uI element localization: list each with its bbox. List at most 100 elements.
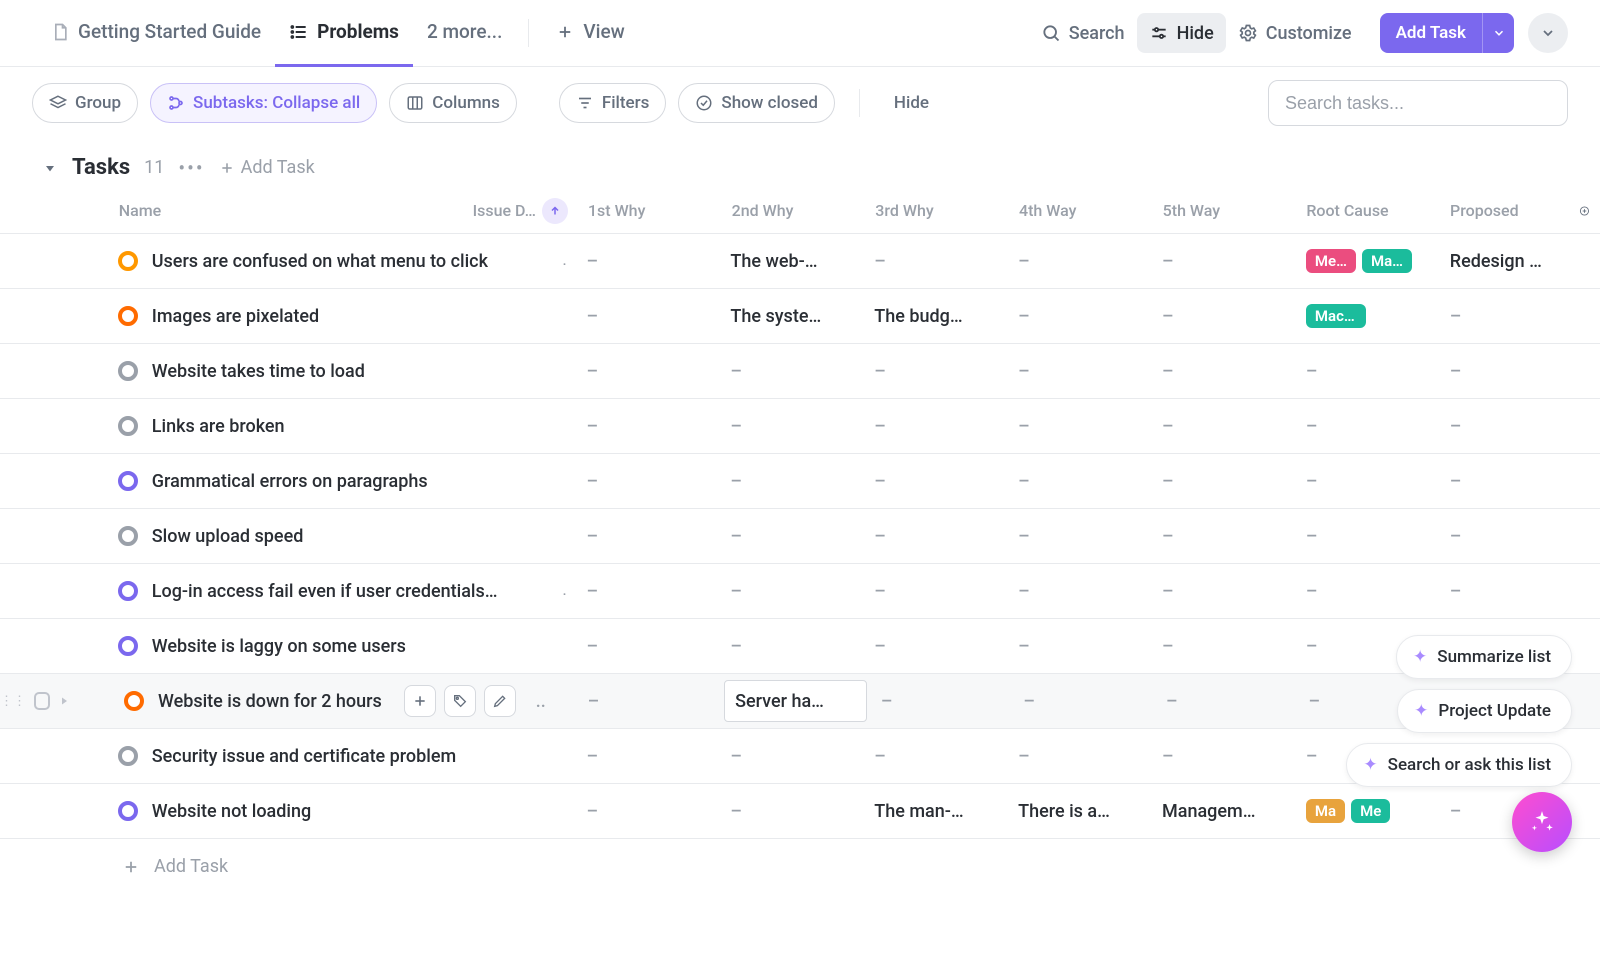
hide-button[interactable]: Hide [1137,13,1226,53]
cell-why4[interactable]: – [1008,471,1152,492]
search-tasks-input[interactable] [1268,80,1568,126]
cell-why5[interactable]: – [1152,581,1296,602]
section-add-task[interactable]: Add Task [219,157,315,178]
table-row[interactable]: Users are confused on what menu to click… [0,234,1600,289]
cell-root-cause[interactable]: – [1296,416,1440,437]
status-dot[interactable] [118,746,138,766]
add-task-row[interactable]: Add Task [0,839,1600,894]
cell-proposed[interactable]: – [1440,581,1569,602]
cell-why5[interactable]: – [1152,471,1296,492]
cell-why1[interactable]: – [578,691,721,712]
task-name[interactable]: Website is laggy on some users [152,636,406,657]
cell-why4[interactable]: – [1008,581,1152,602]
cell-why5[interactable]: – [1152,636,1296,657]
status-dot[interactable] [118,251,138,271]
edit-button[interactable] [484,685,516,717]
task-name[interactable]: Website takes time to load [152,361,365,382]
cell-why3[interactable]: The man-… [864,801,1008,822]
task-name[interactable]: Log-in access fail even if user credenti… [152,581,498,602]
cell-why1[interactable]: – [577,526,721,547]
table-row[interactable]: ⋮⋮Website is down for 2 hours..–Server h… [0,674,1600,729]
table-row[interactable]: Website not loading––The man-…There is a… [0,784,1600,839]
cell-why3[interactable]: – [871,691,1014,712]
cell-root-cause[interactable]: Machine [1296,304,1440,328]
cell-proposed[interactable]: – [1440,306,1569,327]
cell-why2[interactable]: – [720,471,864,492]
table-row[interactable]: Images are pixelated – The syste…The budg…… [0,289,1600,344]
cell-why4[interactable]: – [1008,361,1152,382]
cell-why2[interactable]: – [720,801,864,822]
add-task-dropdown[interactable] [1482,13,1514,53]
task-name[interactable]: Grammatical errors on paragraphs [152,471,428,492]
status-dot[interactable] [118,526,138,546]
cell-root-cause[interactable]: MaMe [1296,799,1440,823]
customize-button[interactable]: Customize [1226,13,1364,53]
cell-why5[interactable]: – [1156,691,1299,712]
cell-root-cause[interactable]: – [1296,471,1440,492]
cell-why2[interactable]: – [720,416,864,437]
cell-why2[interactable]: The syste… [720,306,864,327]
cell-proposed[interactable]: Redesign … [1440,251,1569,272]
collapse-caret-icon[interactable] [42,160,58,176]
ai-search-chip[interactable]: ✦ Search or ask this list [1346,743,1572,787]
status-dot[interactable] [118,471,138,491]
cell-why5[interactable]: – [1152,251,1296,272]
group-pill[interactable]: Group [32,83,138,123]
cell-why1[interactable]: – [577,361,721,382]
col-why2[interactable]: 2nd Why [722,201,866,220]
ai-project-update-chip[interactable]: ✦ Project Update [1397,689,1572,733]
cell-why2[interactable]: – [720,581,864,602]
task-name[interactable]: Images are pixelated [152,306,319,327]
tab-add-view[interactable]: View [541,0,638,67]
task-name[interactable]: Links are broken [152,416,285,437]
hide-toolbar-button[interactable]: Hide [884,83,939,123]
col-name-label[interactable]: Name [119,201,161,220]
col-proposed[interactable]: Proposed [1440,201,1569,220]
table-row[interactable]: Slow upload speed––––––– [0,509,1600,564]
cell-why2[interactable]: – [720,526,864,547]
cell-why2[interactable]: – [720,746,864,767]
status-dot[interactable] [118,306,138,326]
table-row[interactable]: Website takes time to load––––––– [0,344,1600,399]
cell-why2[interactable]: – [720,361,864,382]
cell-why3[interactable]: The budg… [864,306,1008,327]
drag-handle-icon[interactable]: ⋮⋮ [0,694,26,709]
table-row[interactable]: Log-in access fail even if user credenti… [0,564,1600,619]
cell-why3[interactable]: – [864,526,1008,547]
cell-why1[interactable]: – [577,471,721,492]
add-column[interactable] [1569,201,1600,221]
cell-root-cause[interactable]: – [1296,361,1440,382]
task-name[interactable]: Security issue and certificate problem [152,746,456,767]
cell-why1[interactable]: – [577,581,721,602]
expand-row-icon[interactable] [58,695,70,707]
ai-fab[interactable] [1512,792,1572,852]
task-name[interactable]: Users are confused on what menu to click [152,251,488,272]
cell-why1[interactable]: – [577,636,721,657]
table-row[interactable]: Website is laggy on some users––––––– [0,619,1600,674]
cell-proposed[interactable]: – [1440,361,1569,382]
add-task-button[interactable]: Add Task [1380,13,1514,53]
cell-why1[interactable]: – [577,251,721,272]
task-name[interactable]: Website not loading [152,801,311,822]
table-row[interactable]: Grammatical errors on paragraphs––––––– [0,454,1600,509]
status-dot[interactable] [118,361,138,381]
cell-root-cause[interactable]: Me…Ma… [1296,249,1440,273]
cell-why4[interactable]: – [1008,526,1152,547]
root-cause-tag[interactable]: Machine [1306,304,1366,328]
tab-more[interactable]: 2 more... [413,0,516,67]
cell-why3[interactable]: – [864,251,1008,272]
cell-why3[interactable]: – [864,416,1008,437]
cell-proposed[interactable]: – [1440,416,1569,437]
row-more[interactable]: .. [536,691,546,712]
tab-getting-started[interactable]: Getting Started Guide [36,0,275,67]
cell-proposed[interactable]: – [1440,526,1569,547]
show-closed-pill[interactable]: Show closed [678,83,835,123]
status-dot[interactable] [124,691,144,711]
tag-button[interactable] [444,685,476,717]
task-name[interactable]: Slow upload speed [152,526,304,547]
cell-why3[interactable]: – [864,581,1008,602]
cell-root-cause[interactable]: – [1296,526,1440,547]
cell-why4[interactable]: – [1008,416,1152,437]
overflow-menu[interactable] [1528,13,1568,53]
root-cause-tag[interactable]: Ma [1306,799,1345,823]
